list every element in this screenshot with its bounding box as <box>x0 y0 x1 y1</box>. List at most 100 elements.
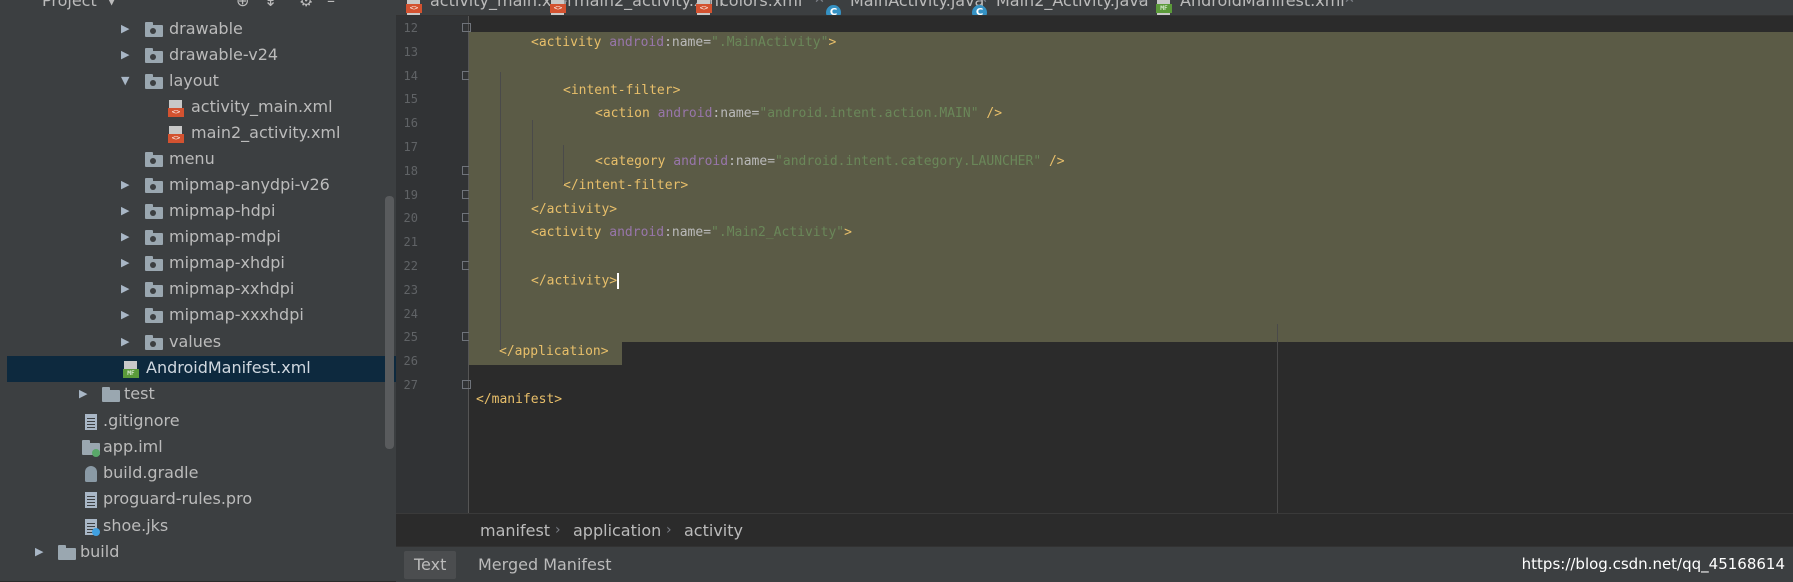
resource-folder-icon <box>145 282 165 298</box>
breadcrumb-item-application[interactable]: application <box>573 521 661 540</box>
code-line-text: <intent-filter> <box>563 83 681 98</box>
editor-tab-main2-activity-java[interactable]: C Main2_Activity.java✕ <box>972 0 1151 15</box>
line-number: 22 <box>403 259 418 273</box>
code-line[interactable]: </application> <box>469 341 1793 365</box>
resource-folder-icon <box>145 308 165 324</box>
resource-folder-icon <box>145 256 165 272</box>
gear-icon[interactable]: ⚙ <box>299 0 313 10</box>
tree-item-mipmap-mdpi[interactable]: ▶ mipmap-mdpi <box>7 225 396 251</box>
expand-right-icon[interactable]: ▶ <box>121 178 129 191</box>
hide-panel-icon[interactable]: – <box>327 0 335 10</box>
code-line[interactable]: <activity android:name=".MainActivity"> <box>469 32 1793 56</box>
expand-down-icon[interactable]: ▼ <box>121 74 129 87</box>
tree-item-label: main2_activity.xml <box>191 123 341 142</box>
code-line[interactable]: </activity> <box>469 270 1793 294</box>
locate-icon[interactable]: ⊕ <box>236 0 249 10</box>
code-line-text: </application> <box>499 344 609 359</box>
expand-right-icon[interactable]: ▶ <box>121 308 129 321</box>
line-number: 16 <box>403 116 418 130</box>
line-number: 27 <box>403 378 418 392</box>
right-margin-guide <box>1277 324 1278 513</box>
code-line[interactable] <box>469 294 1793 318</box>
code-line[interactable] <box>469 246 1793 270</box>
tree-item-drawable[interactable]: ▶ drawable <box>7 17 396 43</box>
tree-item-menu[interactable]: menu <box>7 147 396 173</box>
tree-item-values[interactable]: ▶ values <box>7 330 396 356</box>
project-view-selector[interactable]: Project <box>42 0 97 10</box>
collapse-all-icon[interactable]: ⇟ <box>264 0 277 10</box>
tree-item-label: values <box>169 332 222 351</box>
tree-item-main2-activity-xml[interactable]: <> main2_activity.xml <box>7 121 396 147</box>
code-line[interactable]: <action android:name="android.intent.act… <box>469 103 1793 127</box>
tree-item-test[interactable]: ▶ test <box>7 382 396 408</box>
tree-item-label: mipmap-hdpi <box>169 201 276 220</box>
tree-item-label: app.iml <box>103 437 163 456</box>
editor-tab-activity-main-xml[interactable]: <>activity_main.xml✕ <box>406 0 572 15</box>
editor-tab-label: Main2_Activity.java <box>996 0 1149 10</box>
expand-right-icon[interactable]: ▶ <box>121 282 129 295</box>
tree-item-layout[interactable]: ▼ layout <box>7 69 396 95</box>
tree-item-mipmap-xhdpi[interactable]: ▶ mipmap-xhdpi <box>7 251 396 277</box>
line-number: 24 <box>403 307 418 321</box>
expand-right-icon[interactable]: ▶ <box>79 387 87 400</box>
tree-item-proguard-rules-pro[interactable]: proguard-rules.pro <box>7 487 396 513</box>
tree-item-gitignore[interactable]: .gitignore <box>7 409 396 435</box>
tree-item-mipmap-anydpi-v26[interactable]: ▶ mipmap-anydpi-v26 <box>7 173 396 199</box>
close-icon[interactable]: ✕ <box>1344 0 1355 7</box>
breadcrumb: manifest › application › activity <box>396 513 1793 547</box>
close-icon[interactable]: ✕ <box>814 0 825 7</box>
tab-merged-manifest[interactable]: Merged Manifest <box>468 551 621 579</box>
code-line[interactable] <box>469 365 1793 389</box>
java-class-icon: C <box>826 0 842 15</box>
code-line-text: </activity> <box>531 202 618 217</box>
code-line[interactable] <box>469 56 1793 80</box>
project-scrollbar[interactable] <box>385 196 394 449</box>
xml-file-icon: <> <box>550 0 566 15</box>
expand-right-icon[interactable]: ▶ <box>121 256 129 269</box>
tree-item-drawable-v24[interactable]: ▶ drawable-v24 <box>7 43 396 69</box>
code-line[interactable]: </manifest> <box>469 389 1793 413</box>
line-number: 26 <box>403 354 418 368</box>
tree-item-mipmap-xxxhdpi[interactable]: ▶ mipmap-xxxhdpi <box>7 303 396 329</box>
code-line[interactable]: <intent-filter> <box>469 80 1793 104</box>
expand-right-icon[interactable]: ▶ <box>121 335 129 348</box>
breadcrumb-item-manifest[interactable]: manifest <box>480 521 550 540</box>
code-line[interactable] <box>469 318 1793 342</box>
tree-item-label: drawable-v24 <box>169 45 279 64</box>
tree-item-androidmanifest-xml[interactable]: MF AndroidManifest.xml <box>7 356 396 382</box>
tab-text[interactable]: Text <box>404 551 457 579</box>
editor-tab-colors-xml[interactable]: <> colors.xml ✕ <box>696 0 828 15</box>
tree-item-mipmap-xxhdpi[interactable]: ▶ mipmap-xxhdpi <box>7 277 396 303</box>
tree-item-activity-main-xml[interactable]: <> activity_main.xml <box>7 95 396 121</box>
code-editor[interactable]: <activity android:name=".MainActivity"> <… <box>469 16 1793 513</box>
code-line[interactable]: <category android:name="android.intent.c… <box>469 151 1793 175</box>
code-line[interactable]: <activity android:name=".Main2_Activity"… <box>469 222 1793 246</box>
tree-item-app-iml[interactable]: app.iml <box>7 435 396 461</box>
expand-right-icon[interactable]: ▶ <box>121 204 129 217</box>
tree-item-shoe-jks[interactable]: shoe.jks <box>7 514 396 540</box>
expand-right-icon[interactable]: ▶ <box>35 545 43 558</box>
editor-tab-label: AndroidManifest.xml <box>1180 0 1345 10</box>
tree-item-mipmap-hdpi[interactable]: ▶ mipmap-hdpi <box>7 199 396 225</box>
editor-tab-main2-activity-xml[interactable]: <>main2_activity.xml✕ <box>550 0 723 15</box>
code-line[interactable] <box>469 127 1793 151</box>
tree-item-build[interactable]: ▶ build <box>7 540 396 566</box>
module-file-icon <box>82 440 102 457</box>
code-line-text: <activity android:name=".MainActivity"> <box>531 35 837 50</box>
keystore-file-icon <box>82 519 102 536</box>
project-panel: Project ▼ ⊕ ⇟ ⚙ – ▶ drawable ▶ drawable-v24… <box>7 0 396 581</box>
breadcrumb-item-activity[interactable]: activity <box>684 521 743 540</box>
java-class-icon: C <box>972 0 988 15</box>
expand-right-icon[interactable]: ▶ <box>121 22 129 35</box>
code-line[interactable]: </intent-filter> <box>469 175 1793 199</box>
editor-tab-androidmanifest-xml[interactable]: MF AndroidManifest.xml✕ <box>1156 0 1358 15</box>
expand-right-icon[interactable]: ▶ <box>121 48 129 61</box>
tree-item-build-gradle[interactable]: build.gradle <box>7 461 396 487</box>
tree-item-label: mipmap-xhdpi <box>169 253 285 272</box>
code-line[interactable]: </activity> <box>469 199 1793 223</box>
expand-right-icon[interactable]: ▶ <box>121 230 129 243</box>
chevron-down-icon[interactable]: ▼ <box>107 0 116 7</box>
close-icon[interactable]: ✕ <box>1137 0 1148 7</box>
editor-tab-mainactivity-java[interactable]: CMainActivity.java✕ <box>826 0 991 15</box>
line-number: 18 <box>403 164 418 178</box>
